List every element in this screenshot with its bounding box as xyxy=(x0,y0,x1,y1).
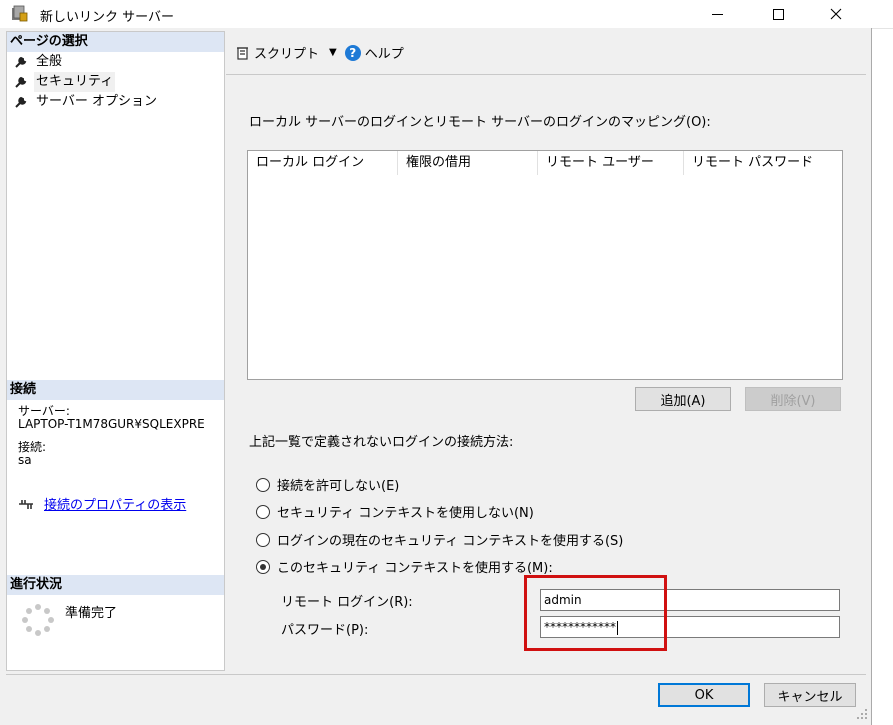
connection-header: 接続 xyxy=(7,380,224,400)
connection-label: 接続: xyxy=(18,441,47,454)
column-header[interactable]: 権限の借用 xyxy=(398,151,538,175)
script-icon xyxy=(237,46,248,60)
minimize-button[interactable] xyxy=(694,0,740,28)
close-icon xyxy=(830,8,842,20)
window-title: 新しいリンク サーバー xyxy=(40,10,175,25)
server-value: LAPTOP-T1M78GUR¥SQLEXPRE xyxy=(18,418,205,431)
column-header[interactable]: ローカル ログイン xyxy=(248,151,398,175)
radio-no-connection[interactable]: 接続を許可しない(E) xyxy=(256,475,399,494)
progress-status: 準備完了 xyxy=(65,606,118,621)
new-linked-server-dialog: 新しいリンク サーバー ページの選択 全般 セキュリティ サーバー オプション … xyxy=(0,0,872,725)
login-mapping-grid[interactable]: ローカル ログイン 権限の借用 リモート ユーザー リモート パスワード xyxy=(247,150,843,380)
page-item-security[interactable]: セキュリティ xyxy=(7,72,224,92)
help-label: ヘルプ xyxy=(364,47,404,62)
radio-button-selected[interactable] xyxy=(256,559,270,574)
close-button[interactable] xyxy=(813,0,859,28)
view-connection-properties: 接続のプロパティの表示 xyxy=(18,494,186,513)
plug-icon xyxy=(19,499,33,509)
page-list: 全般 セキュリティ サーバー オプション xyxy=(7,52,224,112)
help-icon: ? xyxy=(344,44,361,61)
help-button[interactable]: ? ヘルプ xyxy=(344,43,404,62)
script-button[interactable]: スクリプト ▼ xyxy=(236,43,337,62)
script-label: スクリプト xyxy=(254,47,320,62)
progress-header: 進行状況 xyxy=(7,575,224,595)
wrench-icon xyxy=(15,96,27,108)
column-header[interactable]: リモート パスワード xyxy=(684,151,842,175)
remove-button[interactable]: 削除(V) xyxy=(745,387,841,411)
wrench-icon xyxy=(15,76,27,88)
radio-button[interactable] xyxy=(256,504,270,519)
page-item-label: サーバー オプション xyxy=(36,94,158,109)
resize-grip-icon[interactable] xyxy=(856,708,868,720)
page-item-general[interactable]: 全般 xyxy=(7,52,224,72)
page-item-label: セキュリティ xyxy=(34,72,116,92)
left-pane: ページの選択 全般 セキュリティ サーバー オプション 接続 サーバー: LAP… xyxy=(6,31,225,671)
pages-header: ページの選択 xyxy=(7,32,224,52)
radio-no-security-context[interactable]: セキュリティ コンテキストを使用しない(N) xyxy=(256,502,534,521)
security-page: スクリプト ▼ ? ヘルプ ローカル サーバーのログインとリモート サーバーのロ… xyxy=(226,31,866,671)
grid-header-row: ローカル ログイン 権限の借用 リモート ユーザー リモート パスワード xyxy=(248,151,842,175)
background-window-edge xyxy=(872,0,893,725)
maximize-icon xyxy=(772,8,784,20)
mapping-label: ローカル サーバーのログインとリモート サーバーのログインのマッピング(O): xyxy=(249,115,711,130)
ok-button[interactable]: OK xyxy=(658,683,750,707)
title-bar: 新しいリンク サーバー xyxy=(0,0,872,28)
minimize-icon xyxy=(711,13,723,15)
radio-button[interactable] xyxy=(256,477,270,492)
password-label: パスワード(P): xyxy=(281,623,369,638)
radio-button[interactable] xyxy=(256,532,270,547)
toolbar: スクリプト ▼ ? ヘルプ xyxy=(226,31,866,75)
remote-login-label: リモート ログイン(R): xyxy=(281,595,413,610)
spinner-icon xyxy=(22,604,54,636)
dropdown-arrow-icon[interactable]: ▼ xyxy=(329,47,337,58)
view-connection-properties-link[interactable]: 接続のプロパティの表示 xyxy=(44,494,186,513)
radio-current-security-context[interactable]: ログインの現在のセキュリティ コンテキストを使用する(S) xyxy=(256,530,623,549)
red-highlight-box xyxy=(524,575,667,651)
connection-info: サーバー: LAPTOP-T1M78GUR¥SQLEXPRE 接続: sa xyxy=(18,405,224,467)
unmapped-login-label: 上記一覧で定義されないログインの接続方法: xyxy=(249,435,514,450)
app-icon xyxy=(12,5,28,22)
wrench-icon xyxy=(15,56,27,68)
footer: OK キャンセル xyxy=(6,674,866,718)
radio-label: 接続を許可しない(E) xyxy=(277,479,400,494)
page-item-server-options[interactable]: サーバー オプション xyxy=(7,92,224,112)
cancel-button[interactable]: キャンセル xyxy=(764,683,856,707)
column-header[interactable]: リモート ユーザー xyxy=(538,151,684,175)
radio-label: このセキュリティ コンテキストを使用する(M): xyxy=(277,561,553,576)
radio-label: セキュリティ コンテキストを使用しない(N) xyxy=(277,506,534,521)
add-button[interactable]: 追加(A) xyxy=(635,387,731,411)
page-item-label: 全般 xyxy=(36,54,63,69)
radio-this-security-context[interactable]: このセキュリティ コンテキストを使用する(M): xyxy=(256,557,553,576)
server-label: サーバー: xyxy=(18,405,70,418)
radio-dot xyxy=(260,563,266,570)
maximize-button[interactable] xyxy=(755,0,801,28)
connection-value: sa xyxy=(18,454,32,467)
radio-label: ログインの現在のセキュリティ コンテキストを使用する(S) xyxy=(277,534,624,549)
